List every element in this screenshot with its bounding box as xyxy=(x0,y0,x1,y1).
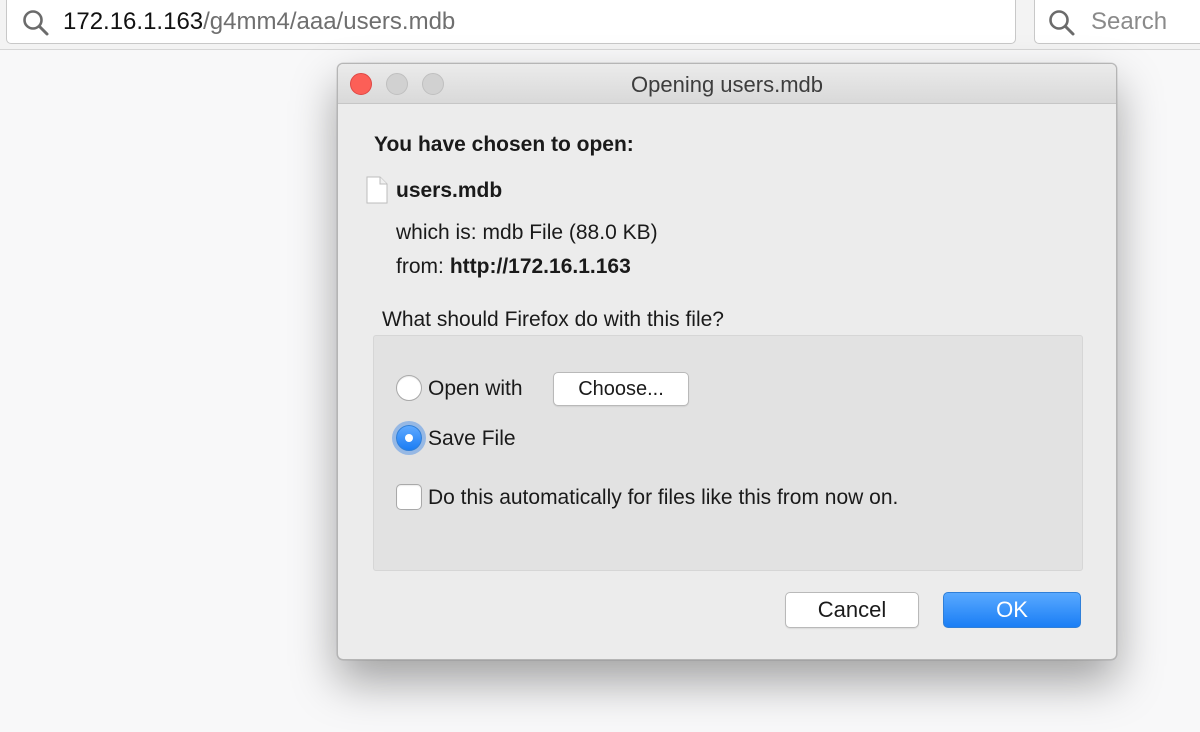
cancel-button[interactable]: Cancel xyxy=(785,592,919,628)
save-file-label[interactable]: Save File xyxy=(428,426,516,452)
browser-toolbar: 172.16.1.163/g4mm4/aaa/users.mdb Search xyxy=(0,0,1200,50)
action-question: What should Firefox do with this file? xyxy=(382,308,724,331)
document-icon xyxy=(366,176,388,209)
auto-action-checkbox[interactable] xyxy=(396,484,422,510)
search-bar[interactable]: Search xyxy=(1034,0,1200,44)
from-label: from: xyxy=(396,255,444,278)
dialog-title: Opening users.mdb xyxy=(631,72,823,97)
which-is-label: which is: xyxy=(396,221,477,244)
download-dialog: Opening users.mdb You have chosen to ope… xyxy=(337,63,1117,660)
url-path: /g4mm4/aaa/users.mdb xyxy=(203,8,456,35)
search-placeholder: Search xyxy=(1091,8,1168,35)
choose-application-button[interactable]: Choose... xyxy=(553,372,689,406)
file-source-url: http://172.16.1.163 xyxy=(449,255,631,278)
url-text[interactable]: 172.16.1.163/g4mm4/aaa/users.mdb xyxy=(63,8,455,36)
url-host: 172.16.1.163 xyxy=(63,8,204,35)
auto-action-label[interactable]: Do this automatically for files like thi… xyxy=(428,485,898,511)
search-icon xyxy=(21,8,51,43)
file-type-row: which is: mdb File (88.0 KB) xyxy=(396,220,658,246)
open-with-radio[interactable] xyxy=(396,375,422,401)
action-options-group: Open with Choose... Save File Do this au… xyxy=(373,335,1083,571)
dialog-titlebar[interactable]: Opening users.mdb xyxy=(338,64,1116,104)
ok-button[interactable]: OK xyxy=(943,592,1081,628)
open-with-label[interactable]: Open with xyxy=(428,376,523,402)
file-type-value: mdb File (88.0 KB) xyxy=(482,221,658,244)
search-icon xyxy=(1047,8,1077,43)
save-file-radio[interactable] xyxy=(396,425,422,451)
file-name: users.mdb xyxy=(396,179,503,202)
dialog-heading: You have chosen to open: xyxy=(374,133,634,156)
url-bar[interactable]: 172.16.1.163/g4mm4/aaa/users.mdb xyxy=(6,0,1016,44)
file-source-row: from: http://172.16.1.163 xyxy=(396,254,631,280)
